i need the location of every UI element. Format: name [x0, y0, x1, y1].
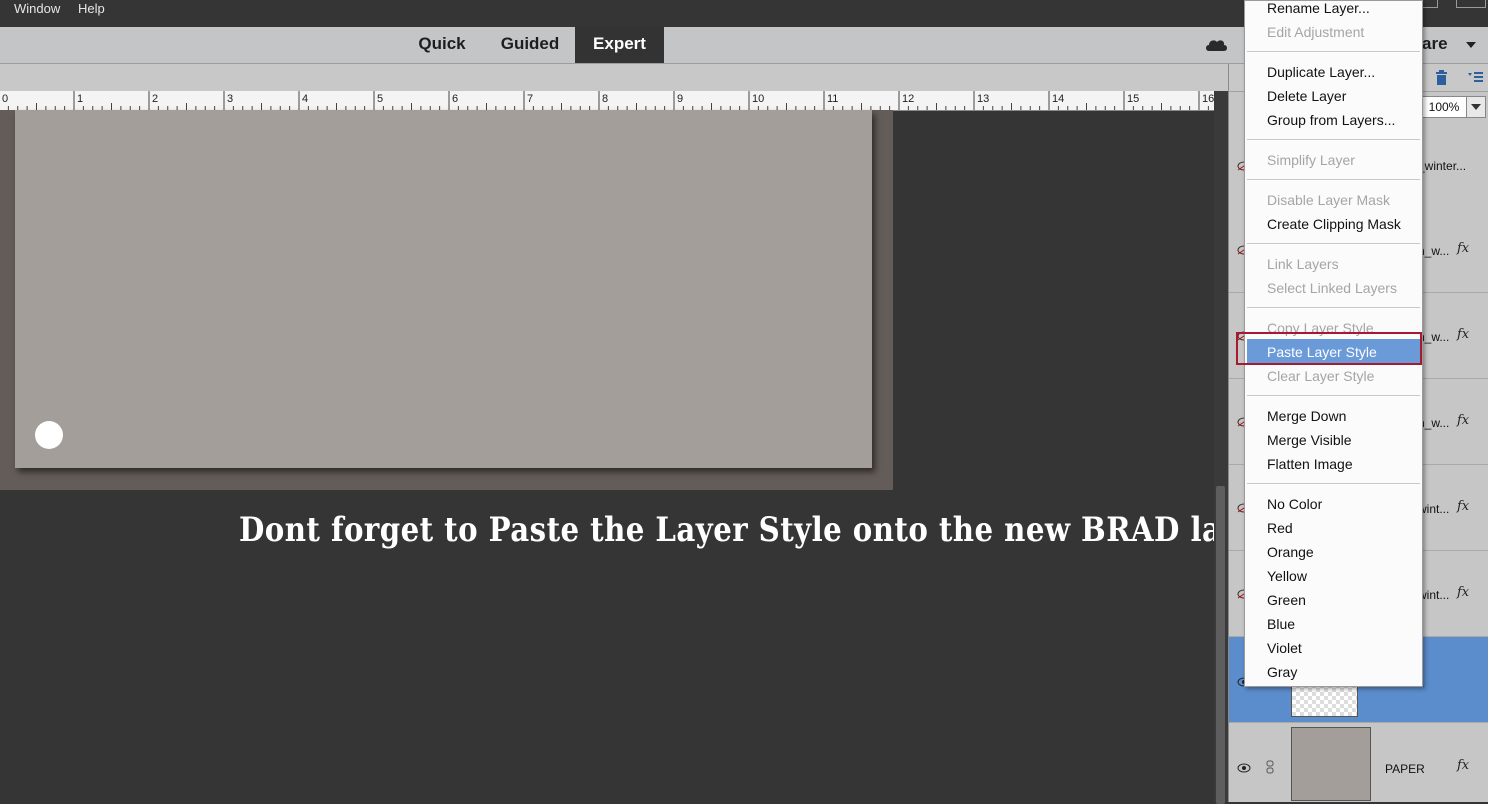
menu-item-select-linked-layers: Select Linked Layers [1267, 280, 1397, 296]
menu-item-duplicate-layer[interactable]: Duplicate Layer... [1267, 64, 1375, 80]
menu-item-blue[interactable]: Blue [1267, 616, 1295, 632]
ruler-number: 3 [227, 93, 234, 105]
ruler-number: 9 [677, 93, 684, 105]
menu-item-no-color[interactable]: No Color [1267, 496, 1322, 512]
ruler-number: 5 [377, 93, 384, 105]
callout-highlight-box [1236, 332, 1422, 365]
menu-item-create-clipping-mask[interactable]: Create Clipping Mask [1267, 216, 1401, 232]
fx-icon[interactable]: fx [1457, 758, 1469, 773]
menu-separator [1247, 243, 1420, 244]
ruler-number: 12 [902, 93, 915, 105]
close-window-button[interactable] [1456, 0, 1486, 8]
ruler-number: 7 [527, 93, 534, 105]
menu-item-merge-down[interactable]: Merge Down [1267, 408, 1346, 424]
ruler-number: 2 [152, 93, 159, 105]
mode-guided[interactable]: Guided [490, 27, 570, 63]
panel-menu-icon[interactable] [1467, 70, 1483, 84]
menu-separator [1247, 307, 1420, 308]
menu-item-gray[interactable]: Gray [1267, 664, 1297, 680]
menu-item-disable-layer-mask: Disable Layer Mask [1267, 192, 1390, 208]
fx-icon[interactable]: fx [1457, 241, 1469, 256]
fx-icon[interactable]: fx [1457, 327, 1469, 342]
tutorial-caption: Dont forget to Paste the Layer Style ont… [239, 510, 1282, 550]
mode-quick[interactable]: Quick [410, 27, 474, 63]
menu-separator [1247, 483, 1420, 484]
fx-icon[interactable]: fx [1457, 499, 1469, 514]
menu-item-group-from-layers[interactable]: Group from Layers... [1267, 112, 1395, 128]
layer-row[interactable]: PAPER fx [1229, 723, 1488, 802]
horizontal-ruler: 0 1 2 3 4 5 6 7 8 9 10 11 12 13 14 15 16 [0, 91, 1214, 111]
menu-item-clear-layer-style: Clear Layer Style [1267, 368, 1375, 384]
layer-thumbnail [1291, 727, 1371, 801]
layer-name: PAPER [1385, 762, 1425, 776]
menu-separator [1247, 139, 1420, 140]
ruler-number: 13 [977, 93, 990, 105]
ruler-number: 10 [752, 93, 765, 105]
share-label[interactable]: are [1422, 34, 1448, 54]
menu-item-yellow[interactable]: Yellow [1267, 568, 1307, 584]
vertical-scrollbar[interactable] [1214, 91, 1228, 804]
menu-item-rename-layer[interactable]: Rename Layer... [1267, 0, 1370, 16]
ruler-number: 4 [302, 93, 309, 105]
cloud-icon[interactable] [1204, 37, 1228, 52]
menu-item-green[interactable]: Green [1267, 592, 1306, 608]
menu-item-red[interactable]: Red [1267, 520, 1293, 536]
ruler-number: 8 [602, 93, 609, 105]
fx-icon[interactable]: fx [1457, 413, 1469, 428]
menu-item-violet[interactable]: Violet [1267, 640, 1302, 656]
menu-item-edit-adjustment: Edit Adjustment [1267, 24, 1365, 40]
menu-item-flatten-image[interactable]: Flatten Image [1267, 456, 1353, 472]
ruler-number: 1 [77, 93, 84, 105]
mode-expert[interactable]: Expert [575, 27, 664, 63]
ruler-number: 0 [2, 93, 9, 105]
menu-window[interactable]: Window [14, 1, 60, 16]
menu-item-simplify-layer: Simplify Layer [1267, 152, 1355, 168]
menu-item-link-layers: Link Layers [1267, 256, 1339, 272]
layer-name: _winter... [1418, 159, 1467, 173]
ruler-number: 6 [452, 93, 459, 105]
chevron-down-icon[interactable] [1466, 42, 1476, 48]
ruler-number: 16 [1202, 93, 1214, 105]
menu-separator [1247, 179, 1420, 180]
menu-help[interactable]: Help [78, 1, 105, 16]
menu-item-orange[interactable]: Orange [1267, 544, 1314, 560]
ruler-number: 14 [1052, 93, 1065, 105]
menu-item-delete-layer[interactable]: Delete Layer [1267, 88, 1346, 104]
zoom-field[interactable]: 100% [1421, 96, 1467, 118]
link-icon[interactable] [1266, 760, 1274, 774]
brad-element[interactable] [35, 421, 63, 449]
scrollbar-thumb[interactable] [1216, 486, 1225, 804]
menu-item-merge-visible[interactable]: Merge Visible [1267, 432, 1352, 448]
document-tab-strip [0, 64, 1228, 92]
eye-icon[interactable] [1237, 763, 1251, 773]
paper-layer-canvas[interactable] [15, 110, 872, 468]
zoom-dropdown-button[interactable] [1466, 96, 1486, 118]
menu-separator [1247, 51, 1420, 52]
fx-icon[interactable]: fx [1457, 585, 1469, 600]
ruler-number: 11 [827, 93, 839, 105]
trash-icon[interactable] [1435, 70, 1448, 85]
menu-separator [1247, 395, 1420, 396]
ruler-number: 15 [1127, 93, 1140, 105]
